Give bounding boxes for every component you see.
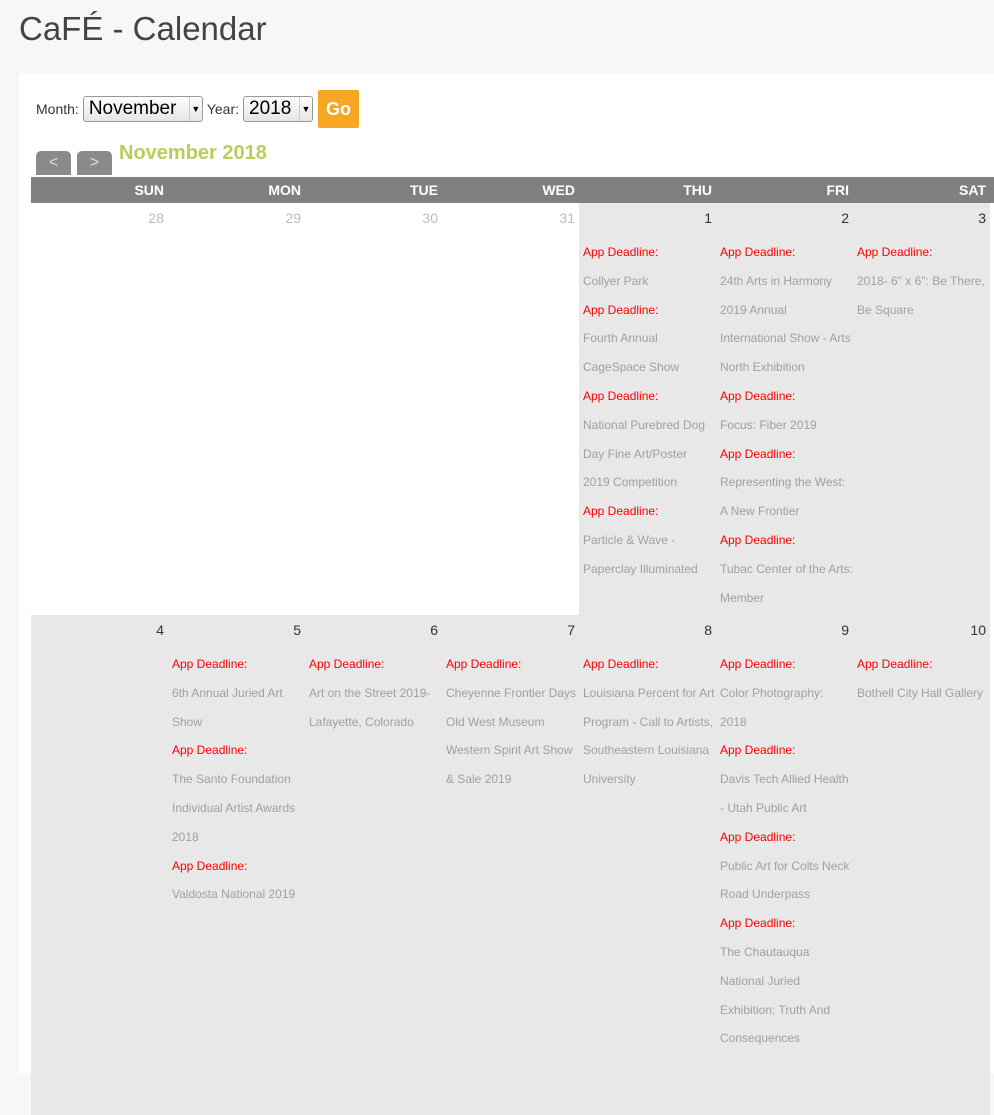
event-label: App Deadline: [583, 657, 659, 671]
event-link[interactable]: Fourth Annual CageSpace Show [583, 324, 716, 382]
day-number: 1 [704, 210, 712, 226]
day-cell[interactable]: 5 App Deadline: 6th Annual Juried Art Show… [168, 615, 305, 1115]
page-title: CaFÉ - Calendar [19, 10, 267, 47]
event-link[interactable]: 2018- 6" x 6": Be There, Be Square [857, 267, 990, 325]
weekday-tue: TUE [410, 182, 438, 198]
next-month-button[interactable]: > [77, 151, 112, 175]
day-cell[interactable]: 30 [305, 203, 442, 615]
month-label: Month: [36, 101, 79, 117]
day-cell[interactable]: 3 App Deadline: 2018- 6" x 6": Be There, B… [853, 203, 990, 615]
event-link[interactable]: Public Art for Colts Neck Road Underpass [720, 852, 853, 910]
event-link[interactable]: 6th Annual Juried Art Show [172, 679, 305, 737]
event-label: App Deadline: [857, 245, 933, 259]
event-label: App Deadline: [172, 657, 248, 671]
event-label: App Deadline: [172, 743, 248, 758]
day-number: 28 [148, 210, 164, 226]
day-number: 4 [156, 622, 164, 638]
month-heading: November 2018 [119, 142, 267, 164]
go-button[interactable]: Go [318, 90, 359, 128]
weekday-sat: SAT [959, 182, 986, 198]
event-link[interactable]: Bothell City Hall Gallery [857, 679, 990, 708]
event-link[interactable]: Davis Tech Allied Health - Utah Public A… [720, 765, 853, 823]
event-list: App Deadline: 2018- 6" x 6": Be There, Be… [857, 238, 990, 324]
day-cell[interactable]: 2 App Deadline: 24th Arts in Harmony 2019 … [716, 203, 853, 615]
event-label: App Deadline: [172, 858, 248, 873]
weekday-thu: THU [683, 182, 712, 198]
event-link[interactable]: Cheyenne Frontier Days Old West Museum W… [446, 679, 579, 794]
day-number: 10 [970, 622, 986, 638]
day-number: 29 [285, 210, 301, 226]
event-list: App Deadline: Collyer Park App Deadline: Fo… [583, 238, 716, 584]
event-label: App Deadline: [583, 302, 659, 317]
event-link[interactable]: Valdosta National 2019 [172, 880, 305, 909]
day-cell[interactable]: 9 App Deadline: Color Photography: 2018 App… [716, 615, 853, 1115]
event-link[interactable]: The Santo Foundation Individual Artist A… [172, 765, 305, 851]
day-cell[interactable]: 6 App Deadline: Art on the Street 2019- La… [305, 615, 442, 1115]
event-label: App Deadline: [720, 532, 796, 547]
event-list: App Deadline: 24th Arts in Harmony 2019 A… [720, 238, 853, 612]
weekday-sun: SUN [134, 182, 164, 198]
weekday-header: SUN MON TUE WED THU FRI SAT [31, 177, 994, 203]
day-number: 30 [422, 210, 438, 226]
day-cell[interactable]: 7 App Deadline: Cheyenne Frontier Days Old… [442, 615, 579, 1115]
event-label: App Deadline: [720, 657, 796, 671]
event-label: App Deadline: [583, 388, 659, 403]
event-link[interactable]: Collyer Park [583, 267, 716, 296]
event-link[interactable]: Particle & Wave - Paperclay Illuminated [583, 526, 716, 584]
event-link[interactable]: 24th Arts in Harmony 2019 Annual Interna… [720, 267, 853, 382]
prev-month-button[interactable]: < [36, 151, 71, 175]
event-list: App Deadline: Color Photography: 2018 App … [720, 650, 853, 1053]
month-value: November [88, 98, 177, 119]
weekday-mon: MON [268, 182, 301, 198]
event-link[interactable]: Focus: Fiber 2019 [720, 411, 853, 440]
month-select[interactable]: November ▼ [82, 96, 203, 122]
event-label: App Deadline: [720, 446, 796, 461]
day-cell[interactable]: 10 App Deadline: Bothell City Hall Gallery [853, 615, 990, 1115]
event-link[interactable]: National Purebred Dog Day Fine Art/Poste… [583, 411, 716, 497]
event-label: App Deadline: [446, 657, 522, 671]
event-link[interactable]: Louisiana Percent for Art Program - Call… [583, 679, 716, 794]
chevron-down-icon: ▼ [188, 97, 202, 121]
event-list: App Deadline: 6th Annual Juried Art Show A… [172, 650, 305, 909]
day-cell[interactable]: 31 [442, 203, 579, 615]
calendar-controls: Month: November ▼ Year: 2018 ▼ Go [36, 90, 359, 128]
event-label: App Deadline: [720, 245, 796, 259]
day-number: 8 [704, 622, 712, 638]
chevron-down-icon: ▼ [299, 97, 312, 121]
event-link[interactable]: Art on the Street 2019- Lafayette, Color… [309, 679, 442, 737]
day-number: 7 [567, 622, 575, 638]
event-label: App Deadline: [583, 504, 659, 519]
day-number: 3 [978, 210, 986, 226]
day-cell[interactable]: 28 [31, 203, 168, 615]
event-list: App Deadline: Louisiana Percent for Art P… [583, 650, 716, 794]
day-number: 6 [430, 622, 438, 638]
event-list: App Deadline: Cheyenne Frontier Days Old … [446, 650, 579, 794]
year-value: 2018 [249, 98, 292, 119]
day-cell[interactable]: 1 App Deadline: Collyer Park App Deadline: F… [579, 203, 716, 615]
event-link[interactable]: Color Photography: 2018 [720, 679, 853, 737]
day-number: 2 [841, 210, 849, 226]
event-label: App Deadline: [720, 743, 796, 758]
event-list: App Deadline: Bothell City Hall Gallery [857, 650, 990, 708]
day-cell[interactable]: 8 App Deadline: Louisiana Percent for Art … [579, 615, 716, 1115]
event-label: App Deadline: [720, 829, 796, 844]
event-label: App Deadline: [720, 388, 796, 403]
event-link[interactable]: The Chautauqua National Juried Exhibitio… [720, 938, 853, 1053]
year-select[interactable]: 2018 ▼ [243, 96, 313, 122]
day-cell[interactable]: 29 [168, 203, 305, 615]
event-label: App Deadline: [583, 245, 659, 259]
event-list: App Deadline: Art on the Street 2019- Laf… [309, 650, 442, 736]
weekday-fri: FRI [826, 182, 849, 198]
event-label: App Deadline: [857, 657, 933, 671]
event-label: App Deadline: [720, 916, 796, 931]
year-label: Year: [206, 101, 239, 117]
weekday-wed: WED [542, 182, 575, 198]
event-link[interactable]: Tubac Center of the Arts: Member [720, 555, 853, 613]
day-cell[interactable]: 4 [31, 615, 168, 1115]
day-number: 9 [841, 622, 849, 638]
event-label: App Deadline: [309, 657, 385, 671]
day-number: 31 [559, 210, 575, 226]
event-link[interactable]: Representing the West: A New Frontier [720, 468, 853, 526]
day-number: 5 [293, 622, 301, 638]
